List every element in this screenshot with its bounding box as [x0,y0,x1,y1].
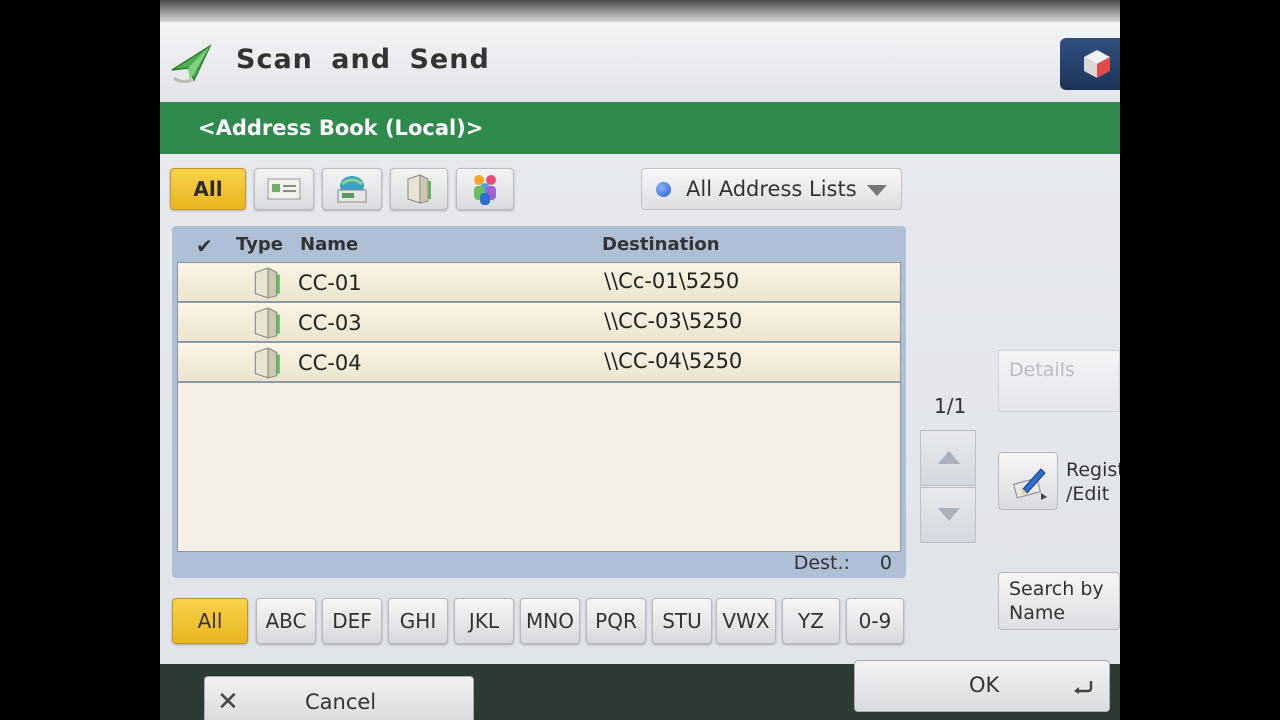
cancel-label: Cancel [305,690,377,714]
dest-count-label: Dest.: [793,552,850,574]
address-list-dropdown[interactable]: All Address Lists [641,168,902,210]
filter-group-button[interactable] [456,168,514,210]
ok-label: OK [969,673,1000,697]
address-book-title: <Address Book (Local)> [198,116,484,140]
register-edit-label: Regist /Edit [1066,459,1120,505]
checkmark-icon: ✔ [196,234,213,258]
alpha-label: JKL [468,609,500,633]
alpha-label: MNO [526,609,574,633]
alpha-stu-button[interactable]: STU [652,598,712,644]
alpha-label: YZ [798,609,824,633]
alpha-label: GHI [399,609,437,633]
alpha-yz-button[interactable]: YZ [782,598,840,644]
filter-all-label: All [193,177,223,201]
alpha-all-button[interactable]: All [172,598,248,644]
row-name: CC-03 [298,311,362,335]
alpha-def-button[interactable]: DEF [322,598,382,644]
scroll-up-button[interactable] [920,430,976,486]
table-row[interactable]: CC-01 \\Cc-01\5250 [178,263,900,303]
alpha-jkl-button[interactable]: JKL [454,598,514,644]
row-name: CC-01 [298,271,362,295]
close-icon: ✕ [217,687,239,717]
bezel [160,0,1120,22]
alpha-abc-button[interactable]: ABC [256,598,316,644]
alpha-label: VWX [722,609,770,633]
alpha-label: DEF [332,609,372,633]
bottom-bar: ✕ Cancel OK [160,660,1120,720]
row-destination: \\Cc-01\5250 [604,269,740,293]
arrow-up-icon [938,451,960,464]
address-table: ✔ Type Name Destination CC-01 \\Cc-01\52… [172,226,906,578]
table-header: ✔ Type Name Destination [172,226,906,262]
row-destination: \\CC-03\5250 [604,309,743,333]
filter-fax-button[interactable] [322,168,382,210]
arrow-down-icon [938,508,960,521]
search-by-name-button[interactable]: Search by Name [998,572,1120,630]
printer-screen: Scan and Send <Address Book (Local)> All [160,0,1120,720]
alpha-pqr-button[interactable]: PQR [586,598,646,644]
file-server-icon [250,306,284,344]
file-server-icon [250,266,284,304]
ok-button[interactable]: OK [854,660,1110,712]
table-row[interactable]: CC-04 \\CC-04\5250 [178,343,900,383]
register-edit-button[interactable] [998,452,1058,510]
filter-email-button[interactable] [254,168,314,210]
title-bar: Scan and Send [160,22,1120,102]
header-name: Name [300,234,359,255]
page-indicator: 1/1 [934,394,967,418]
details-label: Details [1009,359,1075,381]
search-by-name-label: Search by Name [1009,578,1104,624]
chevron-down-icon [867,185,887,196]
alpha-label: All [197,609,223,633]
header-type: Type [236,234,283,255]
alpha-label: STU [662,609,702,633]
filter-file-server-button[interactable] [390,168,448,210]
blue-dot-icon [656,182,671,197]
scroll-down-button[interactable] [920,487,976,543]
alpha-ghi-button[interactable]: GHI [388,598,448,644]
app-title: Scan and Send [236,44,490,75]
pencil-icon [1011,463,1049,505]
send-arrow-icon [168,40,214,86]
destination-count: Dest.: 0 [794,552,892,574]
enter-arrow-icon [1073,679,1095,698]
address-book-band: <Address Book (Local)> [160,102,1120,154]
table-body: CC-01 \\Cc-01\5250 CC-03 \\CC-03\5250 CC… [177,262,901,552]
alpha-label: ABC [265,609,307,633]
dest-count-value: 0 [879,552,892,574]
alpha-label: 0-9 [858,609,892,633]
corner-menu-button[interactable] [1060,38,1120,90]
file-server-icon [250,346,284,384]
details-button[interactable]: Details [998,350,1120,412]
alpha-0-9-button[interactable]: 0-9 [846,598,904,644]
address-list-label: All Address Lists [686,177,857,201]
alpha-vwx-button[interactable]: VWX [716,598,776,644]
row-name: CC-04 [298,351,362,375]
alpha-mno-button[interactable]: MNO [520,598,580,644]
filter-all-button[interactable]: All [170,168,246,210]
row-destination: \\CC-04\5250 [604,349,743,373]
cancel-button[interactable]: ✕ Cancel [204,676,474,720]
alpha-label: PQR [595,609,637,633]
table-row[interactable]: CC-03 \\CC-03\5250 [178,303,900,343]
header-destination: Destination [602,234,720,255]
